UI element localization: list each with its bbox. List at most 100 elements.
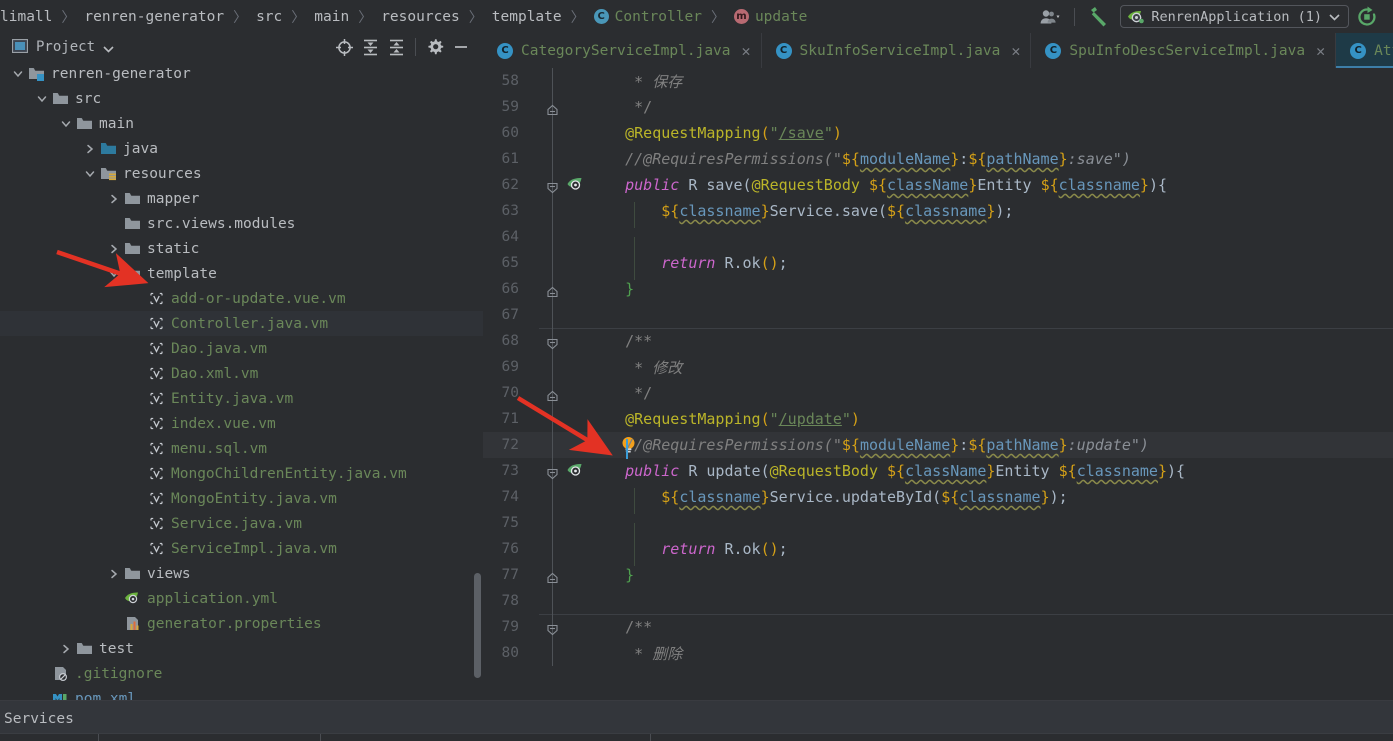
fold-end-icon[interactable] <box>547 284 558 298</box>
settings-gear-icon[interactable] <box>423 35 447 59</box>
editor-gutter[interactable] <box>529 380 585 406</box>
code-line-61[interactable]: 61 //@RequiresPermissions("${moduleName}… <box>483 146 1393 172</box>
minimize-icon[interactable] <box>449 35 473 59</box>
project-file-tree[interactable]: renren-generator src main java resources mapp… <box>0 61 483 700</box>
code-line-67[interactable]: 67 <box>483 302 1393 328</box>
editor-gutter[interactable] <box>529 328 585 354</box>
editor-tab-spuinfodescserviceimpl-java[interactable]: C SpuInfoDescServiceImpl.java ✕ <box>1031 33 1337 68</box>
chevron-right-icon[interactable] <box>60 643 72 655</box>
editor-gutter[interactable] <box>529 614 585 640</box>
code-line-62[interactable]: 62 public R save(@RequestBody ${classNam… <box>483 172 1393 198</box>
editor-gutter[interactable] <box>529 484 585 510</box>
editor-gutter[interactable] <box>529 250 585 276</box>
tree-item-dao-java-vm[interactable]: Dao.java.vm <box>0 336 483 361</box>
editor-gutter[interactable] <box>529 562 585 588</box>
code-line-79[interactable]: 79 /** <box>483 614 1393 640</box>
code-line-71[interactable]: 71 @RequestMapping("/update") <box>483 406 1393 432</box>
chevron-right-icon[interactable] <box>84 143 96 155</box>
fold-collapse-icon[interactable] <box>547 336 558 350</box>
code-line-60[interactable]: 60 @RequestMapping("/save") <box>483 120 1393 146</box>
breadcrumb-item-update[interactable]: m update <box>733 9 807 25</box>
tree-item-entity-java-vm[interactable]: Entity.java.vm <box>0 386 483 411</box>
fold-end-icon[interactable] <box>547 102 558 116</box>
chevron-down-icon[interactable] <box>60 118 72 130</box>
spring-bean-gutter-icon[interactable] <box>567 463 583 479</box>
code-line-64[interactable]: 64 <box>483 224 1393 263</box>
breadcrumb-item-src[interactable]: src <box>256 9 282 25</box>
tree-item-test[interactable]: test <box>0 636 483 661</box>
fold-end-icon[interactable] <box>547 388 558 402</box>
tree-item-views[interactable]: views <box>0 561 483 586</box>
tree-item-menu-sql-vm[interactable]: menu.sql.vm <box>0 436 483 461</box>
chevron-down-icon[interactable] <box>84 168 96 180</box>
breadcrumb-item-resources[interactable]: resources <box>381 9 460 25</box>
spring-bean-gutter-icon[interactable] <box>567 177 583 193</box>
tree-item-mapper[interactable]: mapper <box>0 186 483 211</box>
chevron-right-icon[interactable] <box>108 568 120 580</box>
code-line-78[interactable]: 78 <box>483 588 1393 614</box>
tree-item--gitignore[interactable]: .gitignore <box>0 661 483 686</box>
code-line-69[interactable]: 69 * 修改 <box>483 354 1393 380</box>
tree-item-src[interactable]: src <box>0 86 483 111</box>
user-account-button[interactable] <box>1033 0 1069 33</box>
code-editor[interactable]: 58 * 保存 59 */60 @RequestMapping("/save") 6… <box>483 68 1393 700</box>
tree-item-controller-java-vm[interactable]: Controller.java.vm <box>0 311 483 336</box>
breadcrumb-item-controller[interactable]: C Controller <box>593 9 702 25</box>
tree-item-mongoentity-java-vm[interactable]: MongoEntity.java.vm <box>0 486 483 511</box>
editor-tab-skuinfoserviceimpl-java[interactable]: C SkuInfoServiceImpl.java ✕ <box>762 33 1032 68</box>
tree-item-pom-xml[interactable]: pom.xml <box>0 686 483 700</box>
chevron-down-icon[interactable] <box>12 68 24 80</box>
fold-collapse-icon[interactable] <box>547 466 558 480</box>
code-line-58[interactable]: 58 * 保存 <box>483 68 1393 94</box>
editor-gutter[interactable] <box>529 172 585 198</box>
editor-gutter[interactable] <box>529 640 585 666</box>
editor-gutter[interactable] <box>529 276 585 302</box>
code-line-72[interactable]: 72 //@RequiresPermissions("${moduleName}… <box>483 432 1393 459</box>
code-line-77[interactable]: 77 } <box>483 562 1393 588</box>
editor-gutter[interactable] <box>529 458 585 484</box>
fold-end-icon[interactable] <box>547 570 558 584</box>
tree-item-java[interactable]: java <box>0 136 483 161</box>
code-line-68[interactable]: 68 /** <box>483 328 1393 354</box>
chevron-down-icon[interactable] <box>36 93 48 105</box>
tree-item-src-views-modules[interactable]: src.views.modules <box>0 211 483 236</box>
chevron-right-icon[interactable] <box>108 243 120 255</box>
tree-item-application-yml[interactable]: application.yml <box>0 586 483 611</box>
editor-gutter[interactable] <box>529 146 585 172</box>
tree-item-mongochildrenentity-java-vm[interactable]: MongoChildrenEntity.java.vm <box>0 461 483 486</box>
tree-item-resources[interactable]: resources <box>0 161 483 186</box>
code-line-73[interactable]: 73 public R update(@RequestBody ${classN… <box>483 458 1393 484</box>
breadcrumb-item-template[interactable]: template <box>492 9 562 25</box>
tree-item-index-vue-vm[interactable]: index.vue.vm <box>0 411 483 436</box>
tree-item-add-or-update-vue-vm[interactable]: add-or-update.vue.vm <box>0 286 483 311</box>
tree-item-renren-generator[interactable]: renren-generator <box>0 61 483 86</box>
expand-all-icon[interactable] <box>358 35 382 59</box>
editor-tab-attrattrgrouprelationservic[interactable]: C AttrAttrgroupRelationServic <box>1336 33 1393 68</box>
code-line-76[interactable]: 76 return R.ok(); <box>483 536 1393 566</box>
editor-tab-categoryserviceimpl-java[interactable]: C CategoryServiceImpl.java ✕ <box>483 33 762 68</box>
editor-gutter[interactable] <box>529 536 585 562</box>
editor-gutter[interactable] <box>529 120 585 146</box>
chevron-down-icon[interactable] <box>108 268 120 280</box>
code-line-59[interactable]: 59 */ <box>483 94 1393 120</box>
project-tree-scrollbar[interactable] <box>474 573 481 678</box>
locate-target-icon[interactable] <box>332 35 356 59</box>
close-icon[interactable]: ✕ <box>742 42 751 60</box>
collapse-all-icon[interactable] <box>384 35 408 59</box>
fold-collapse-icon[interactable] <box>547 622 558 636</box>
editor-gutter[interactable] <box>529 354 585 380</box>
code-line-80[interactable]: 80 * 删除 <box>483 640 1393 666</box>
editor-gutter[interactable] <box>529 68 585 94</box>
editor-gutter[interactable] <box>529 198 585 224</box>
editor-gutter[interactable] <box>529 406 585 432</box>
breadcrumb-item-main[interactable]: main <box>314 9 349 25</box>
breadcrumb-item-renren-generator[interactable]: renren-generator <box>84 9 224 25</box>
editor-gutter[interactable] <box>529 432 635 458</box>
breadcrumb-item-limall[interactable]: limall <box>0 9 52 25</box>
tree-item-static[interactable]: static <box>0 236 483 261</box>
run-configuration-selector[interactable]: RenrenApplication (1) <box>1120 5 1349 28</box>
editor-gutter[interactable] <box>529 510 585 536</box>
tree-item-generator-properties[interactable]: generator.properties <box>0 611 483 636</box>
code-line-74[interactable]: 74 ${classname}Service.updateById(${clas… <box>483 484 1393 514</box>
services-tool-window-label[interactable]: Services <box>4 711 74 727</box>
